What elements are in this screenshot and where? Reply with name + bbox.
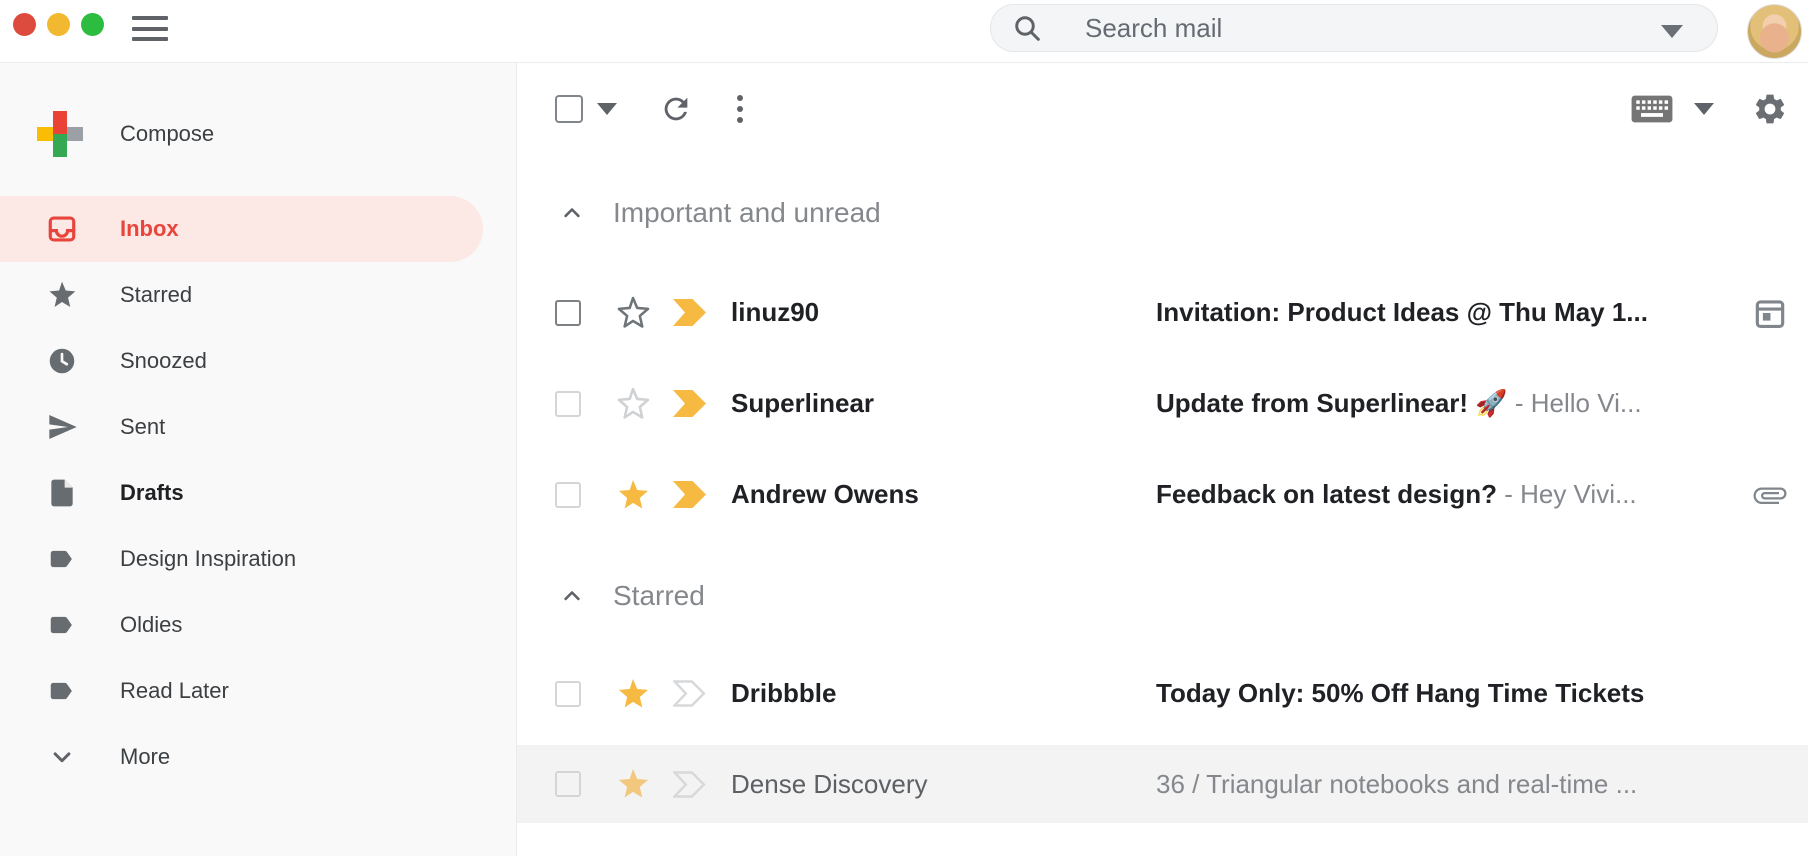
- email-subject: Invitation: Product Ideas @ Thu May 1...: [1156, 297, 1648, 327]
- zoom-window-button[interactable]: [81, 13, 104, 36]
- compose-button[interactable]: Compose: [0, 101, 516, 167]
- sidebar-item-label: Sent: [120, 414, 165, 440]
- search-icon[interactable]: [1011, 12, 1043, 44]
- email-snippet: - Hello Vi...: [1508, 388, 1642, 418]
- header-bar: [0, 0, 1808, 63]
- file-icon: [44, 477, 80, 509]
- importance-marker-icon[interactable]: [673, 390, 709, 417]
- section-header-important-unread[interactable]: Important and unread: [517, 197, 1808, 229]
- sidebar-item-label: Read Later: [120, 678, 229, 704]
- chevron-down-icon: [44, 742, 80, 772]
- sidebar-item-drafts[interactable]: Drafts: [0, 460, 516, 526]
- select-all-checkbox[interactable]: [555, 95, 583, 123]
- sidebar-item-snoozed[interactable]: Snoozed: [0, 328, 516, 394]
- email-row[interactable]: Dense Discovery 36 / Triangular notebook…: [517, 745, 1808, 823]
- select-options-caret-icon[interactable]: [597, 103, 617, 115]
- email-row[interactable]: Superlinear Update from Superlinear! 🚀 -…: [517, 358, 1808, 449]
- input-tools-caret-icon[interactable]: [1694, 103, 1714, 115]
- star-icon: [44, 279, 80, 311]
- sidebar-item-sent[interactable]: Sent: [0, 394, 516, 460]
- label-icon: [44, 544, 80, 574]
- sidebar-item-label: Starred: [120, 282, 192, 308]
- minimize-window-button[interactable]: [47, 13, 70, 36]
- list-toolbar: [517, 91, 1808, 127]
- search-options-caret-icon[interactable]: [1661, 25, 1683, 38]
- collapse-chevron-icon[interactable]: [558, 582, 586, 610]
- email-subject: Today Only: 50% Off Hang Time Tickets: [1156, 678, 1644, 708]
- email-sender: Andrew Owens: [731, 479, 1156, 510]
- section-title: Starred: [613, 580, 705, 612]
- sidebar-item-label: Oldies: [120, 612, 182, 638]
- inbox-icon: [44, 213, 80, 245]
- sidebar-item-starred[interactable]: Starred: [0, 262, 516, 328]
- close-window-button[interactable]: [13, 13, 36, 36]
- send-icon: [44, 411, 80, 443]
- sidebar-item-label: Snoozed: [120, 348, 207, 374]
- refresh-icon[interactable]: [659, 92, 693, 126]
- label-icon: [44, 610, 80, 640]
- email-sender: Dense Discovery: [731, 769, 1156, 800]
- email-subject: 36 / Triangular notebooks and real-time …: [1156, 769, 1637, 799]
- importance-marker-icon[interactable]: [673, 299, 709, 326]
- paperclip-icon: [1750, 477, 1790, 513]
- sidebar-item-design-inspiration[interactable]: Design Inspiration: [0, 526, 516, 592]
- star-toggle-icon[interactable]: [614, 766, 652, 802]
- star-toggle-icon[interactable]: [614, 477, 652, 513]
- calendar-icon: [1750, 294, 1790, 332]
- importance-marker-icon[interactable]: [673, 680, 709, 707]
- row-checkbox[interactable]: [555, 771, 581, 797]
- compose-plus-icon: [37, 111, 83, 157]
- email-row[interactable]: Dribbble Today Only: 50% Off Hang Time T…: [517, 648, 1808, 739]
- email-subject: Update from Superlinear! 🚀: [1156, 388, 1508, 418]
- search-bar[interactable]: [990, 4, 1718, 52]
- compose-label: Compose: [120, 121, 214, 147]
- input-tools-keyboard-icon[interactable]: [1630, 92, 1674, 126]
- email-sender: Dribbble: [731, 678, 1156, 709]
- sidebar-item-oldies[interactable]: Oldies: [0, 592, 516, 658]
- email-snippet: - Hey Vivi...: [1497, 479, 1637, 509]
- sidebar-item-label: Design Inspiration: [120, 546, 296, 572]
- star-toggle-icon[interactable]: [614, 676, 652, 712]
- mail-list-pane: Important and unread linuz90 Invitation:…: [517, 63, 1808, 856]
- email-sender: linuz90: [731, 297, 1156, 328]
- email-row[interactable]: linuz90 Invitation: Product Ideas @ Thu …: [517, 267, 1808, 358]
- menu-icon[interactable]: [132, 16, 168, 42]
- star-toggle-icon[interactable]: [614, 386, 652, 422]
- row-checkbox[interactable]: [555, 482, 581, 508]
- sidebar-item-label: Inbox: [120, 216, 179, 242]
- email-row[interactable]: Andrew Owens Feedback on latest design? …: [517, 449, 1808, 540]
- label-icon: [44, 676, 80, 706]
- email-subject: Feedback on latest design?: [1156, 479, 1497, 509]
- settings-gear-icon[interactable]: [1752, 91, 1788, 127]
- importance-marker-icon[interactable]: [673, 771, 709, 798]
- sidebar: Compose Inbox Starred: [0, 63, 517, 856]
- row-checkbox[interactable]: [555, 391, 581, 417]
- row-checkbox[interactable]: [555, 300, 581, 326]
- more-options-icon[interactable]: [737, 95, 743, 123]
- sidebar-item-label: Drafts: [120, 480, 184, 506]
- search-input[interactable]: [1085, 13, 1565, 44]
- collapse-chevron-icon[interactable]: [558, 199, 586, 227]
- email-sender: Superlinear: [731, 388, 1156, 419]
- clock-icon: [44, 345, 80, 377]
- avatar[interactable]: [1747, 4, 1802, 59]
- sidebar-item-more[interactable]: More: [0, 724, 516, 790]
- star-toggle-icon[interactable]: [614, 295, 652, 331]
- section-header-starred[interactable]: Starred: [517, 580, 1808, 612]
- row-checkbox[interactable]: [555, 681, 581, 707]
- importance-marker-icon[interactable]: [673, 481, 709, 508]
- section-title: Important and unread: [613, 197, 881, 229]
- sidebar-item-read-later[interactable]: Read Later: [0, 658, 516, 724]
- window-controls: [13, 13, 104, 36]
- sidebar-item-label: More: [120, 744, 170, 770]
- sidebar-item-inbox[interactable]: Inbox: [0, 196, 483, 262]
